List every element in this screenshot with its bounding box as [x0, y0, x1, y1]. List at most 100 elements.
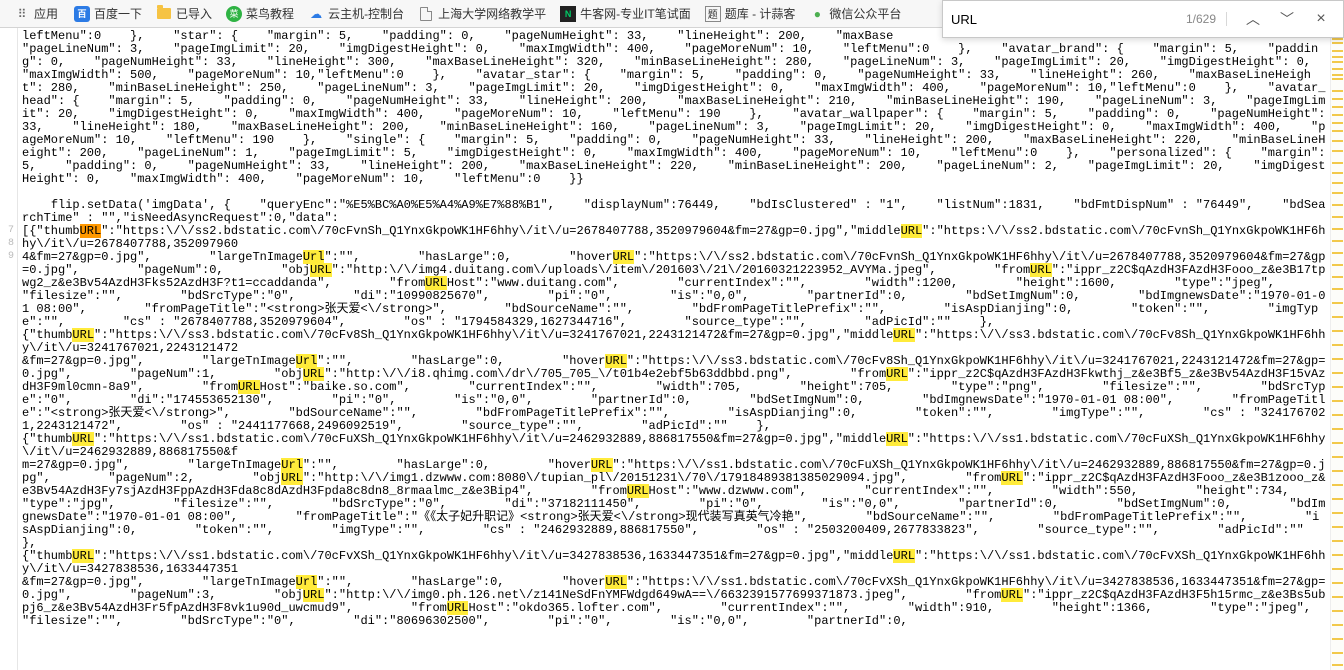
editor-area: 789 leftMenu":0 }, "star": { "margin": 5… — [0, 28, 1344, 670]
minimap-match-marker — [1332, 50, 1343, 52]
find-match: Url — [281, 458, 303, 472]
minimap-match-marker — [1332, 130, 1343, 132]
caoniao-icon: 菜 — [226, 6, 242, 22]
minimap-match-marker — [1332, 114, 1343, 116]
find-match: Url — [303, 250, 325, 264]
bookmark-label: 微信公众平台 — [829, 5, 901, 22]
minimap-match-marker — [1332, 610, 1343, 612]
minimap-match-marker — [1332, 540, 1343, 542]
minimap-match-marker — [1332, 638, 1343, 640]
find-match: Url — [296, 354, 318, 368]
tiku-icon: 题 — [705, 6, 721, 22]
minimap-match-marker — [1332, 442, 1343, 444]
minimap-match-marker — [1332, 484, 1343, 486]
minimap[interactable] — [1330, 28, 1344, 670]
bookmark-label: 已导入 — [176, 5, 212, 22]
bookmark-label: 百度一下 — [94, 5, 142, 22]
minimap-match-marker — [1332, 316, 1343, 318]
find-close-button[interactable]: × — [1307, 5, 1335, 33]
bookmark-item[interactable]: ☁云主机-控制台 — [302, 3, 410, 24]
minimap-match-marker — [1332, 98, 1343, 100]
bookmark-item[interactable]: ●微信公众平台 — [803, 3, 907, 24]
minimap-match-marker — [1332, 400, 1343, 402]
minimap-match-marker — [1332, 228, 1343, 230]
baidu-icon: 百 — [74, 6, 90, 22]
cloud-icon: ☁ — [308, 6, 324, 22]
find-match: URL — [613, 250, 635, 264]
bookmark-label: 云主机-控制台 — [328, 5, 404, 22]
minimap-match-marker — [1332, 372, 1343, 374]
line-number: 9 — [0, 250, 14, 263]
minimap-match-marker — [1332, 140, 1343, 142]
find-match: URL — [310, 263, 332, 277]
minimap-match-marker — [1332, 554, 1343, 556]
find-match: URL — [605, 575, 627, 589]
minimap-match-marker — [1332, 276, 1343, 278]
bookmark-item[interactable]: 上海大学网络教学平 — [412, 3, 552, 24]
minimap-match-marker — [1332, 38, 1343, 40]
code-content[interactable]: leftMenu":0 }, "star": { "margin": 5, "p… — [18, 28, 1330, 670]
find-match: URL — [72, 549, 94, 563]
minimap-match-marker — [1332, 302, 1343, 304]
minimap-match-marker — [1332, 90, 1343, 92]
minimap-match-marker — [1332, 106, 1343, 108]
minimap-match-marker — [1332, 624, 1343, 626]
line-number: 7 — [0, 224, 14, 237]
minimap-match-marker — [1332, 582, 1343, 584]
minimap-match-marker — [1332, 150, 1343, 152]
find-match: URL — [627, 484, 649, 498]
page-icon — [418, 6, 434, 22]
minimap-match-marker — [1332, 288, 1343, 290]
find-match: URL — [1001, 471, 1023, 485]
find-match: Url — [296, 575, 318, 589]
minimap-match-marker — [1332, 456, 1343, 458]
line-number: 8 — [0, 237, 14, 250]
minimap-match-marker — [1332, 386, 1343, 388]
minimap-match-marker — [1332, 596, 1343, 598]
find-match: URL — [591, 458, 613, 472]
find-prev-button[interactable]: ︿ — [1239, 5, 1267, 33]
chevron-up-icon: ︿ — [1246, 9, 1260, 29]
minimap-match-marker — [1332, 162, 1343, 164]
bookmark-item[interactable]: 菜菜鸟教程 — [220, 3, 300, 24]
bookmark-label: 菜鸟教程 — [246, 5, 294, 22]
minimap-match-marker — [1332, 182, 1343, 184]
minimap-match-marker — [1332, 42, 1343, 44]
minimap-match-marker — [1332, 428, 1343, 430]
bookmark-item[interactable]: 题题库 - 计蒜客 — [699, 3, 802, 24]
find-match-count: 1/629 — [1186, 12, 1227, 26]
minimap-match-marker — [1332, 240, 1343, 242]
minimap-match-marker — [1332, 264, 1343, 266]
minimap-match-marker — [1332, 78, 1343, 80]
apps-button[interactable]: ⠿ 应用 — [8, 3, 64, 24]
bookmark-item[interactable]: 已导入 — [150, 3, 218, 24]
minimap-match-marker — [1332, 358, 1343, 360]
find-in-page-bar: 1/629 ︿ ﹀ × — [942, 0, 1344, 38]
find-match: URL — [605, 354, 627, 368]
line-number-gutter: 789 — [0, 28, 18, 670]
apps-icon: ⠿ — [14, 6, 30, 22]
minimap-match-marker — [1332, 470, 1343, 472]
minimap-match-marker — [1332, 61, 1343, 63]
bookmark-item[interactable]: 百百度一下 — [68, 3, 148, 24]
find-input[interactable] — [951, 12, 1180, 27]
minimap-match-marker — [1332, 172, 1343, 174]
bookmark-label: 题库 - 计蒜客 — [725, 5, 796, 22]
find-match: URL — [281, 471, 303, 485]
minimap-match-marker — [1332, 498, 1343, 500]
find-match: URL — [893, 328, 915, 342]
find-next-button[interactable]: ﹀ — [1273, 5, 1301, 33]
minimap-match-marker — [1332, 56, 1343, 58]
find-match: URL — [447, 601, 469, 615]
minimap-match-marker — [1332, 252, 1343, 254]
find-match: URL — [1030, 263, 1052, 277]
bookmark-item[interactable]: N牛客网-专业IT笔试面 — [554, 3, 697, 24]
find-match: URL — [238, 380, 260, 394]
minimap-match-marker — [1332, 216, 1343, 218]
minimap-match-marker — [1332, 652, 1343, 654]
minimap-match-marker — [1332, 74, 1343, 76]
find-match: URL — [893, 549, 915, 563]
minimap-match-marker — [1332, 68, 1343, 70]
minimap-match-marker — [1332, 568, 1343, 570]
minimap-match-marker — [1332, 526, 1343, 528]
